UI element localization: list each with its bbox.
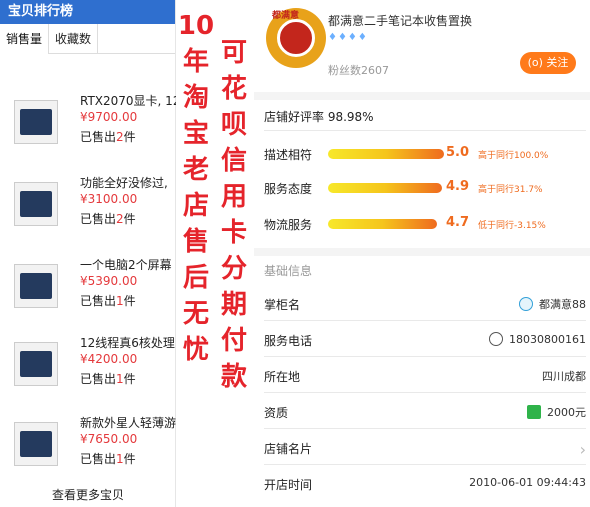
promo-char: 呗 <box>220 110 247 140</box>
product-price: ¥9700.00 <box>80 110 138 124</box>
promo-char: 款 <box>220 362 247 392</box>
product-thumbnail[interactable] <box>14 342 58 386</box>
info-row-shop-card[interactable]: 店铺名片 › <box>264 432 586 464</box>
metric-label: 描述相符 <box>264 148 313 162</box>
product-thumbnail[interactable] <box>14 100 58 144</box>
product-title[interactable]: 一个电脑2个屏幕 <box>80 256 176 273</box>
promo-char: 年 <box>182 47 209 77</box>
info-row-owner[interactable]: 掌柜名 都满意88 <box>264 288 586 320</box>
metric-bar <box>328 183 442 193</box>
divider <box>254 92 590 100</box>
promo-char: 宝 <box>182 119 209 149</box>
deposit-icon <box>527 405 541 419</box>
shop-header: 都满意 都满意二手笔记本收售置换 ♦♦♦♦ 粉丝数2607 (o) 关注 <box>254 0 590 92</box>
metric-score: 4.7 <box>446 215 470 230</box>
view-more-link[interactable]: 查看更多宝贝 <box>0 486 176 503</box>
product-title[interactable]: 功能全好没修过, <box>80 174 176 191</box>
fan-count: 粉丝数2607 <box>328 64 389 77</box>
info-row-phone[interactable]: 服务电话 18030800161 <box>264 324 586 356</box>
product-sold: 已售出2件 <box>80 212 136 226</box>
metric-row: 服务态度 4.9 高于同行31.7% <box>264 176 590 198</box>
divider <box>264 464 586 465</box>
basic-info-title: 基础信息 <box>264 264 313 278</box>
promo-char: 无 <box>182 299 209 329</box>
shop-name[interactable]: 都满意二手笔记本收售置换 <box>328 12 472 29</box>
list-item[interactable]: 一个电脑2个屏幕 ¥5390.00 已售出1件 <box>0 256 176 336</box>
info-row-location: 所在地 四川成都 <box>264 370 586 384</box>
shop-panel: 都满意 都满意二手笔记本收售置换 ♦♦♦♦ 粉丝数2607 (o) 关注 店铺好… <box>254 0 590 507</box>
metric-row: 描述相符 5.0 高于同行100.0% <box>264 142 590 164</box>
ranking-title: 宝贝排行榜 <box>0 0 175 24</box>
divider <box>264 130 586 131</box>
list-item[interactable]: 12线程真6核处理 ¥4200.00 已售出1件 <box>0 334 176 414</box>
tab-favorites[interactable]: 收藏数 <box>49 23 99 54</box>
product-sold: 已售出1件 <box>80 294 136 308</box>
promo-char: 卡 <box>220 218 247 248</box>
promo-char: 花 <box>220 74 247 104</box>
list-item[interactable]: RTX2070显卡, 12 ¥9700.00 已售出2件 <box>0 92 176 172</box>
promo-char: 可 <box>220 38 247 68</box>
diamond-rating-icon: ♦♦♦♦ <box>328 32 368 43</box>
promo-char: 10 <box>177 11 215 41</box>
promo-char: 期 <box>220 290 247 320</box>
metric-compare: 低于同行-3.15% <box>478 221 546 231</box>
product-thumbnail[interactable] <box>14 264 58 308</box>
metric-row: 物流服务 4.7 低于同行-3.15% <box>264 212 590 234</box>
good-rate: 店铺好评率 98.98% <box>264 110 374 124</box>
promo-char: 信 <box>220 146 247 176</box>
product-thumbnail[interactable] <box>14 182 58 226</box>
promo-char: 淘 <box>182 83 209 113</box>
promo-char: 分 <box>220 254 247 284</box>
promo-char: 忧 <box>182 335 209 365</box>
product-thumbnail[interactable] <box>14 422 58 466</box>
tab-sales[interactable]: 销售量 <box>0 23 50 54</box>
promo-char: 用 <box>220 182 247 212</box>
metric-score: 5.0 <box>446 145 470 160</box>
product-sold: 已售出1件 <box>80 452 136 466</box>
divider <box>264 428 586 429</box>
promo-char: 后 <box>182 263 209 293</box>
divider <box>254 248 590 256</box>
divider <box>264 392 586 393</box>
product-title[interactable]: 12线程真6核处理 <box>80 334 176 351</box>
ranking-tabs: 销售量 收藏数 <box>0 23 175 54</box>
promo-text-column-1: 10 年 淘 宝 老 店 售 后 无 忧 <box>176 8 216 368</box>
promo-char: 付 <box>220 326 247 356</box>
shop-logo[interactable]: 都满意 <box>266 8 326 68</box>
ranking-panel: 宝贝排行榜 销售量 收藏数 RTX2070显卡, 12 ¥9700.00 已售出… <box>0 0 176 507</box>
promo-char: 店 <box>182 191 209 221</box>
metric-bar <box>328 219 437 229</box>
chevron-right-icon[interactable]: › <box>580 440 586 459</box>
metric-compare: 高于同行31.7% <box>478 185 543 195</box>
divider <box>264 320 586 321</box>
follow-button[interactable]: (o) 关注 <box>520 52 576 74</box>
info-row-deposit[interactable]: 资质 2000元 <box>264 396 586 428</box>
promo-char: 老 <box>182 155 209 185</box>
product-price: ¥5390.00 <box>80 274 138 288</box>
product-title[interactable]: RTX2070显卡, 12 <box>80 92 176 109</box>
product-price: ¥7650.00 <box>80 432 138 446</box>
metric-score: 4.9 <box>446 179 470 194</box>
metric-compare: 高于同行100.0% <box>478 151 549 161</box>
metric-label: 物流服务 <box>264 218 313 232</box>
phone-icon[interactable] <box>489 332 504 346</box>
divider <box>264 356 586 357</box>
metric-bar <box>328 149 444 159</box>
promo-char: 售 <box>182 227 209 257</box>
product-title[interactable]: 新款外星人轻薄游 <box>80 414 176 431</box>
list-item[interactable]: 新款外星人轻薄游 ¥7650.00 已售出1件 <box>0 414 176 494</box>
product-price: ¥4200.00 <box>80 352 138 366</box>
product-sold: 已售出2件 <box>80 130 136 144</box>
product-price: ¥3100.00 <box>80 192 138 206</box>
chat-icon[interactable] <box>519 297 533 311</box>
product-sold: 已售出1件 <box>80 372 136 386</box>
list-item[interactable]: 功能全好没修过, ¥3100.00 已售出2件 <box>0 174 176 254</box>
promo-text-column-2: 可 花 呗 信 用 卡 分 期 付 款 <box>214 36 254 396</box>
info-row-open-time: 开店时间 2010-06-01 09:44:43 <box>264 476 586 492</box>
metric-label: 服务态度 <box>264 182 313 196</box>
